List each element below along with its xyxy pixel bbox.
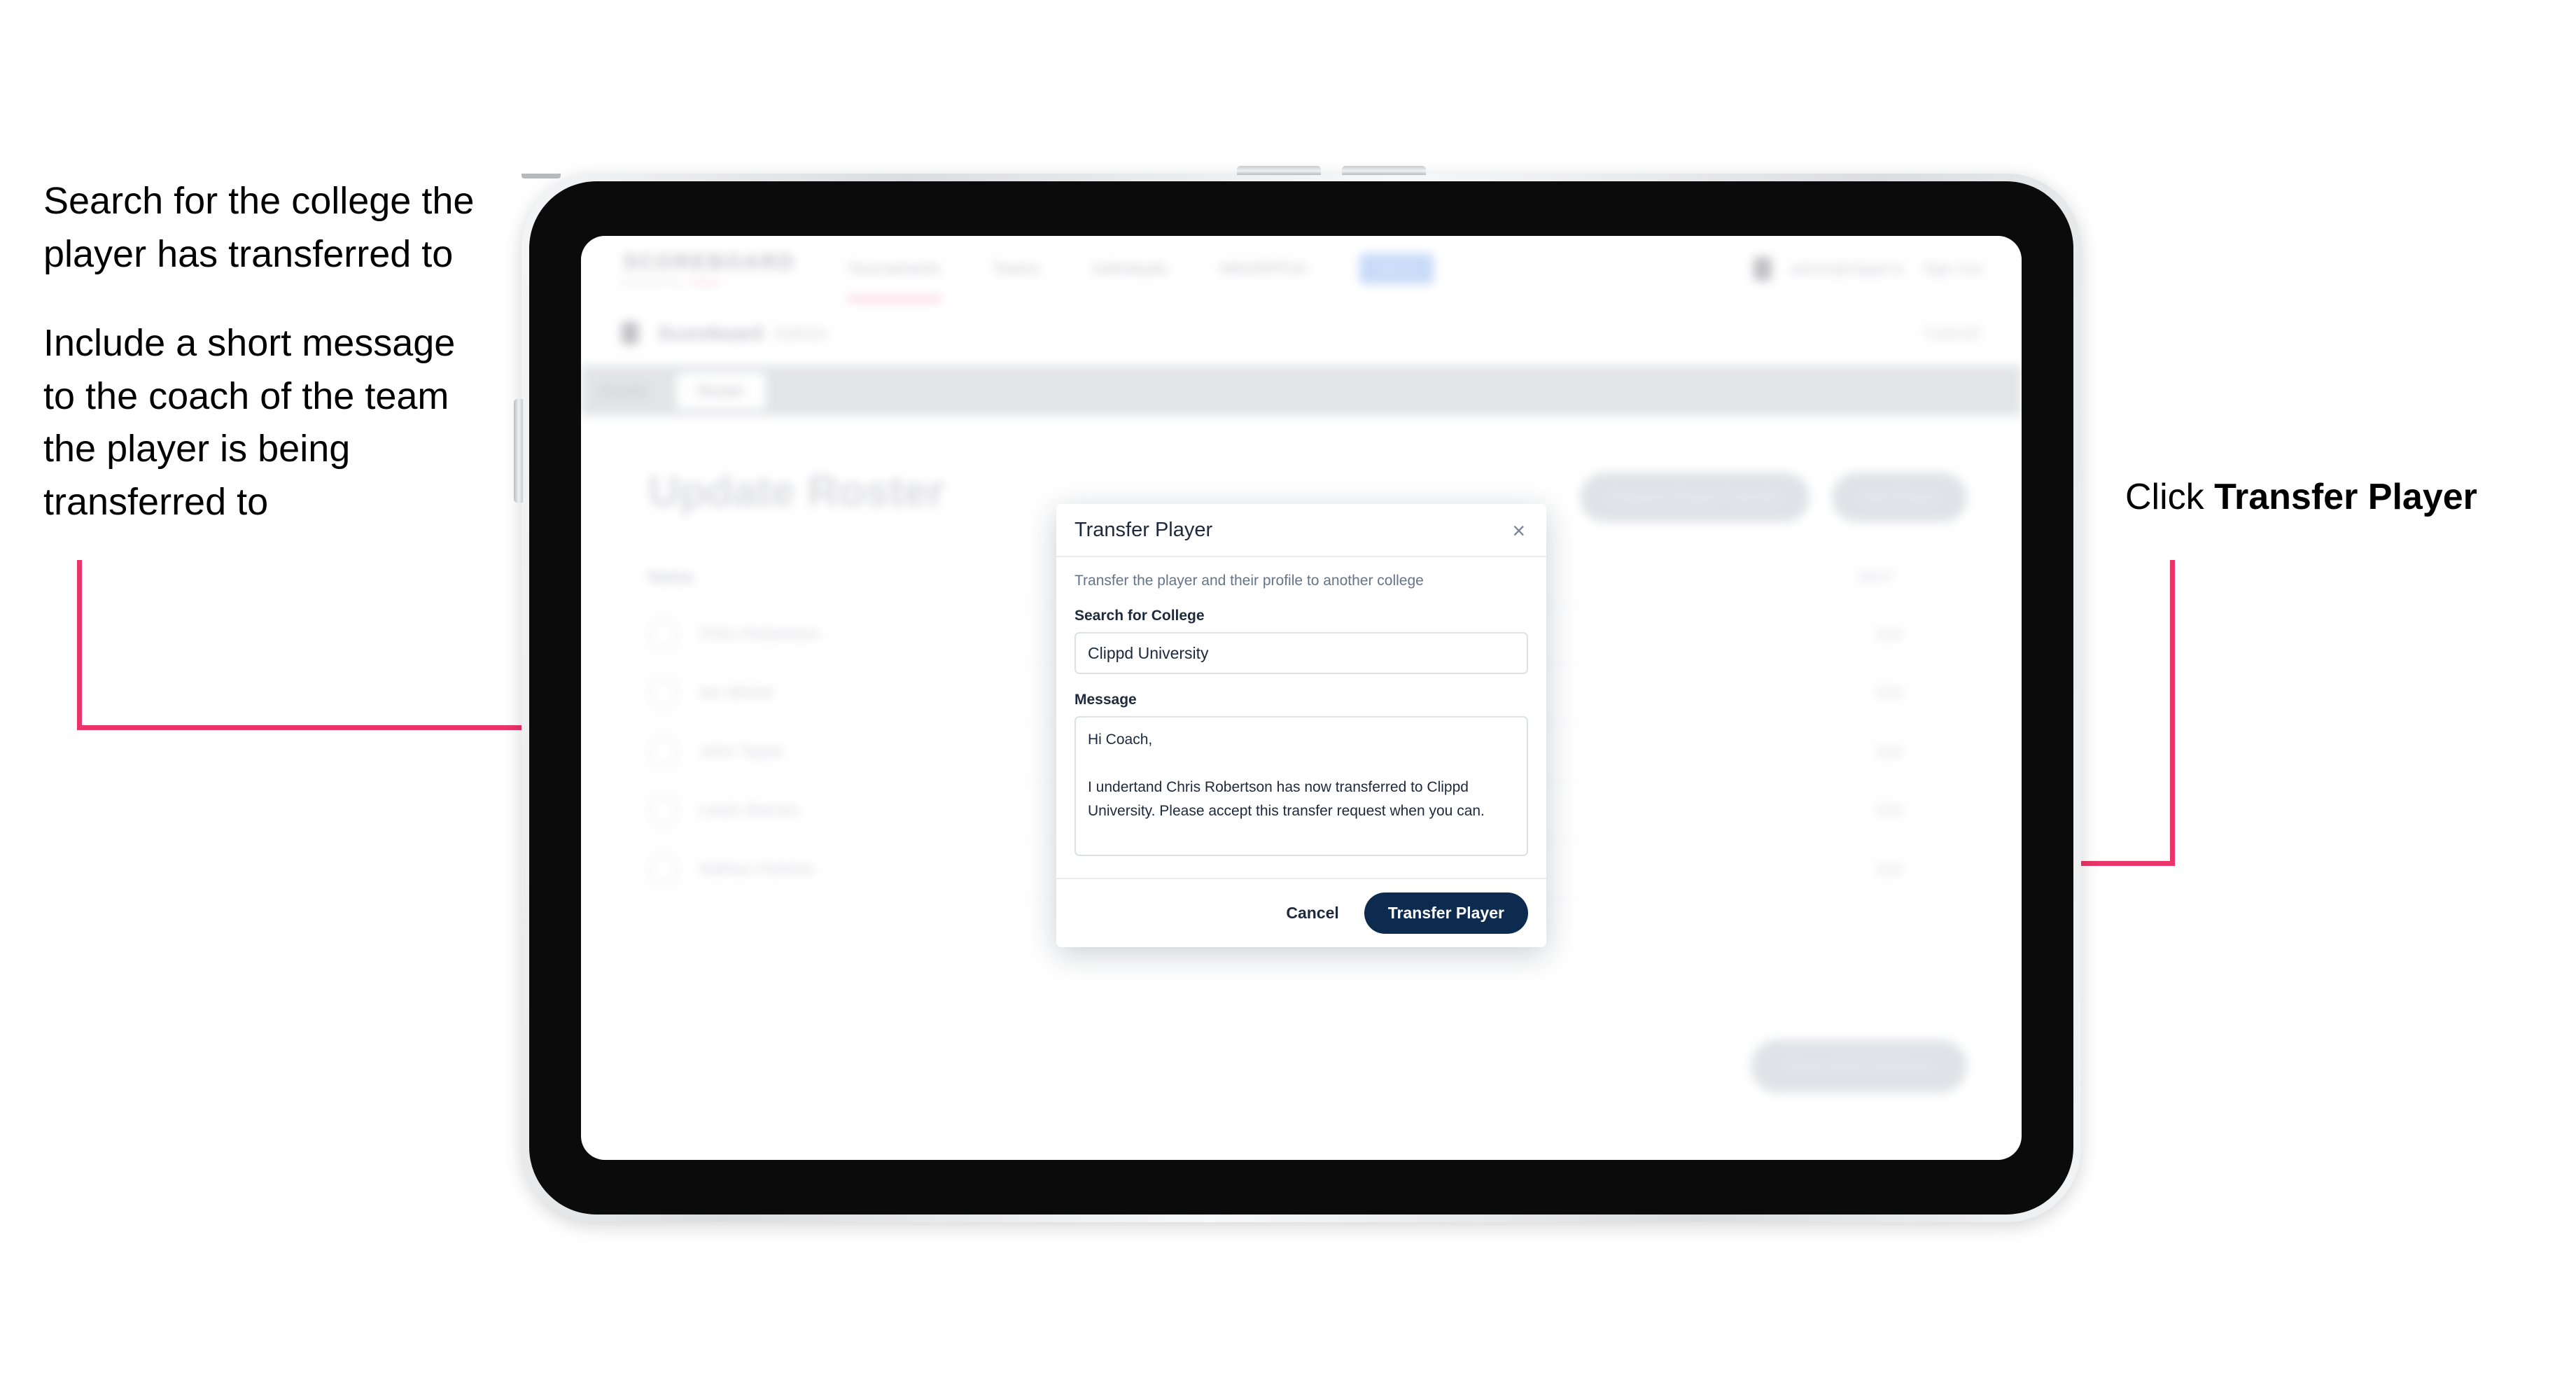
tab-details[interactable]: Details	[581, 382, 666, 400]
brand-logo[interactable]: SCOREBOARD powered by clippd	[623, 251, 796, 287]
volume-up-button[interactable]	[1237, 166, 1321, 175]
message-field-label: Message	[1074, 692, 1137, 708]
nav-item-teams[interactable]: Teams	[993, 259, 1040, 278]
save-and-continue-button[interactable]: Save And Continue	[1750, 1040, 1967, 1093]
player-name: Lewis Barnes	[699, 801, 800, 820]
breadcrumb-icon	[622, 322, 638, 344]
avatar	[648, 736, 679, 767]
player-name: Nathan Holmes	[699, 860, 815, 878]
breadcrumb-cancel-button[interactable]: Cancel	[1925, 323, 1980, 344]
power-button[interactable]	[514, 399, 523, 503]
nav-admin-badge[interactable]: Admin	[1359, 253, 1434, 284]
avatar	[648, 678, 679, 708]
annotation-click-target: Transfer Player	[2214, 477, 2477, 517]
transfer-player-button[interactable]: Transfer Player	[1364, 892, 1528, 934]
avatar	[648, 619, 679, 650]
dialog-footer: Cancel Transfer Player	[1056, 878, 1546, 947]
transfer-player-dialog: Transfer Player × Transfer the player an…	[1056, 504, 1546, 947]
annotation-click-prefix: Click	[2125, 477, 2215, 517]
request-player-transfer-button[interactable]: Request Player Transfer	[1580, 472, 1810, 522]
breadcrumb-sub: Admin	[774, 322, 828, 344]
annotation-search-college: Search for the college the player has tr…	[43, 180, 475, 275]
right-arrow-vertical-stem	[2170, 560, 2175, 864]
left-arrow-vertical-stem	[77, 560, 82, 728]
page-action-buttons: Request Player Transfer Add Player	[1580, 472, 1967, 522]
speaker-grille	[522, 174, 561, 178]
left-annotation-group: Search for the college the player has tr…	[43, 175, 491, 566]
tab-roster[interactable]: Roster	[676, 372, 766, 410]
dialog-header: Transfer Player ×	[1056, 504, 1546, 557]
cancel-button[interactable]: Cancel	[1282, 903, 1343, 923]
annotation-include-message: Include a short message to the coach of …	[43, 322, 456, 523]
brand-tagline-clippd: clippd	[687, 276, 720, 287]
player-name: John Taylor	[699, 742, 785, 761]
brand-wordmark: SCOREBOARD	[623, 250, 796, 274]
dialog-body: Transfer the player and their profile to…	[1056, 557, 1546, 878]
avatar[interactable]	[1754, 256, 1772, 281]
brand-tagline: powered by clippd	[623, 276, 796, 287]
account-email: admin@clippd.io	[1790, 259, 1905, 277]
nav-account-group: admin@clippd.io Sign Out	[1754, 256, 1982, 281]
app-tab-bar: Details Roster	[581, 365, 2022, 416]
breadcrumb: Scoreboard Admin Cancel	[581, 301, 2022, 367]
close-icon[interactable]: ×	[1509, 519, 1528, 542]
app-top-nav: SCOREBOARD powered by clippd Tournaments…	[581, 236, 2022, 302]
search-college-input[interactable]	[1074, 632, 1528, 674]
player-name: Ian Winter	[699, 683, 776, 702]
avatar	[648, 795, 679, 826]
breadcrumb-main: Scoreboard	[658, 322, 764, 344]
college-field-label: Search for College	[1074, 608, 1205, 624]
message-textarea[interactable]: Hi Coach, I undertand Chris Robertson ha…	[1074, 716, 1528, 856]
sign-out-link[interactable]: Sign Out	[1922, 260, 1982, 278]
nav-item-wagr-pga[interactable]: WAGR/PGA	[1219, 259, 1308, 278]
brand-tagline-prefix: powered by	[623, 276, 685, 287]
player-name: Chris Robertson	[699, 624, 820, 643]
right-annotation-group: Click Transfer Player	[2125, 476, 2477, 518]
avatar	[648, 854, 679, 885]
dialog-title: Transfer Player	[1074, 519, 1213, 541]
add-player-button[interactable]: Add Player	[1832, 472, 1967, 522]
dialog-description: Transfer the player and their profile to…	[1074, 573, 1424, 589]
nav-item-tournaments[interactable]: Tournaments	[847, 259, 941, 302]
nav-item-individuals[interactable]: Individuals	[1091, 259, 1168, 278]
volume-down-button[interactable]	[1342, 166, 1426, 175]
page-title: Update Roster	[648, 468, 945, 516]
